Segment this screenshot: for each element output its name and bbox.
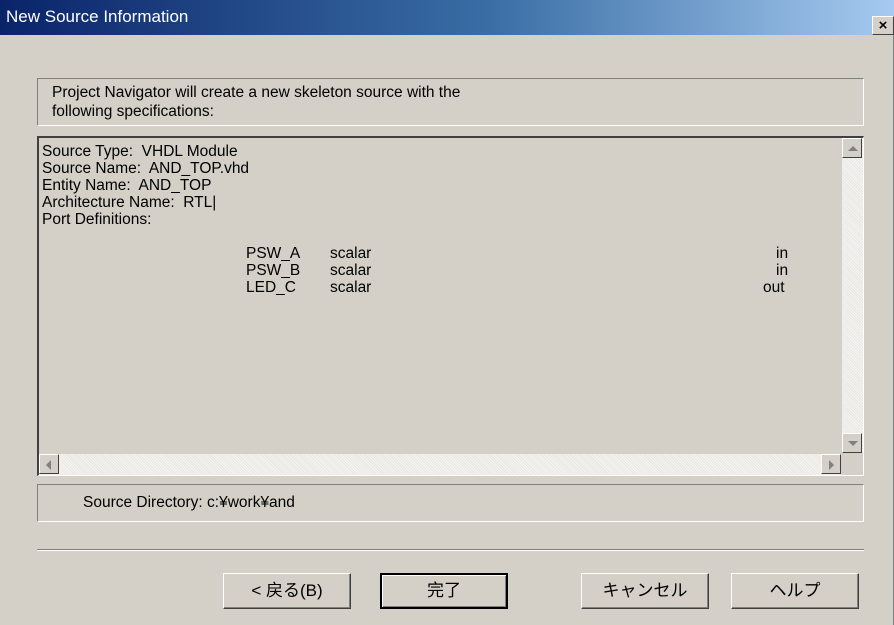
source-directory-box: Source Directory: c:¥work¥and [37,484,864,522]
finish-button[interactable]: 完了 [380,573,508,609]
port-definitions-label: Port Definitions: [42,211,152,228]
separator-line [37,549,864,551]
scroll-down-button[interactable] [842,433,862,453]
port-type: scalar [330,262,372,279]
architecture-name-line: Architecture Name: RTL| [42,194,217,211]
right-arrow-icon [829,460,834,470]
info-header-text: Project Navigator will create a new skel… [52,83,460,121]
spec-text-area[interactable]: Source Type: VHDL Module Source Name: AN… [37,136,864,476]
cancel-button[interactable]: キャンセル [581,573,709,609]
vertical-scrollbar[interactable] [842,138,863,453]
down-arrow-icon [848,441,858,446]
port-direction: in [776,262,789,279]
scroll-up-button[interactable] [842,138,862,158]
title-bar: New Source Information × [0,0,894,35]
scroll-right-button[interactable] [821,454,841,474]
info-header-line-1: Project Navigator will create a new skel… [52,84,461,101]
new-source-info-dialog: New Source Information × Project Navigat… [0,0,894,625]
port-name: PSW_B [246,262,301,279]
port-type: scalar [330,245,372,262]
horizontal-scrollbar[interactable] [39,454,841,475]
up-arrow-icon [848,146,858,151]
left-arrow-icon [46,460,51,470]
info-header-box: Project Navigator will create a new skel… [37,78,864,126]
port-type: scalar [330,279,372,296]
scrollbar-corner [841,453,863,475]
port-name: LED_C [246,279,296,296]
source-type-line: Source Type: VHDL Module [42,143,238,160]
entity-name-line: Entity Name: AND_TOP [42,177,212,194]
close-button[interactable]: × [872,16,894,35]
info-header-line-2: following specifications: [52,103,214,120]
spec-content: Source Type: VHDL Module Source Name: AN… [39,138,841,453]
help-button[interactable]: ヘルプ [731,573,859,609]
port-direction: out [763,279,785,296]
window-title: New Source Information [6,7,189,26]
port-direction: in [776,245,789,262]
port-name: PSW_A [246,245,301,262]
scroll-left-button[interactable] [39,454,59,474]
source-directory-text: Source Directory: c:¥work¥and [83,494,295,511]
source-name-line: Source Name: AND_TOP.vhd [42,160,250,177]
back-button[interactable]: < 戻る(B) [223,573,351,609]
